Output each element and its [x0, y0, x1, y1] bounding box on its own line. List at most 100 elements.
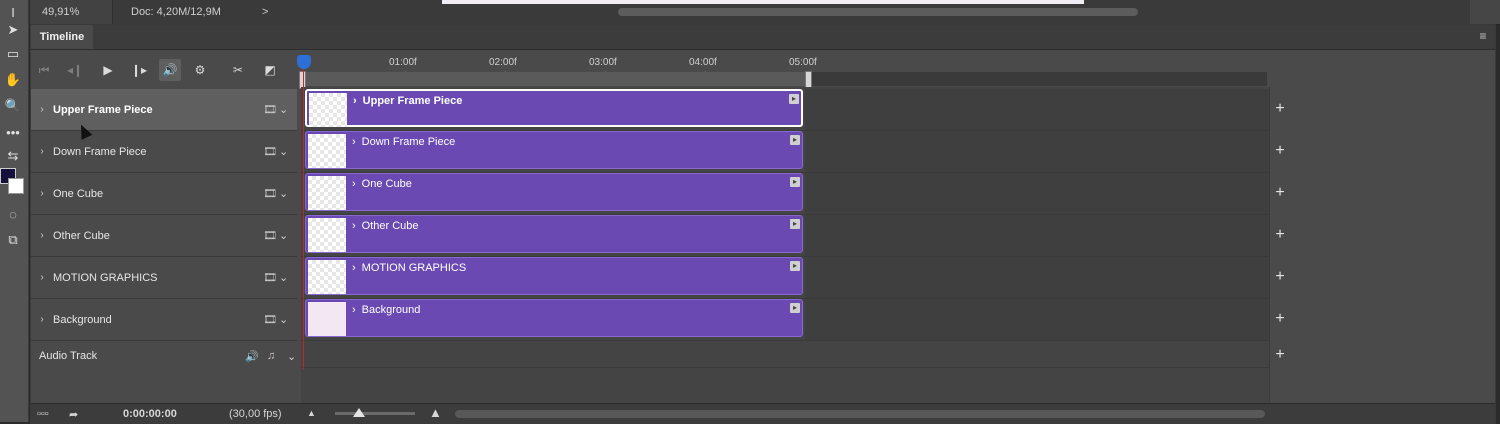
- expand-chevron-icon[interactable]: ›: [31, 272, 53, 283]
- chevron-down-icon[interactable]: ⌄: [279, 103, 288, 116]
- zoom-in-mountain-icon[interactable]: ▲: [429, 405, 442, 420]
- zoom-out-mountain-icon[interactable]: ▲: [307, 408, 316, 418]
- expand-chevron-icon[interactable]: ›: [31, 104, 53, 115]
- track-audio: [301, 341, 1269, 368]
- clip-end-icon[interactable]: ▸: [789, 94, 799, 104]
- quick-mask-icon[interactable]: ◌: [2, 204, 24, 224]
- rectangle-tool-icon[interactable]: ▭: [2, 44, 24, 64]
- track-upper-frame-piece: › Upper Frame Piece ▸: [301, 89, 1269, 131]
- render-video-icon[interactable]: ➦: [69, 408, 78, 421]
- clip-thumbnail: [308, 176, 346, 210]
- clip-name: Upper Frame Piece: [362, 95, 463, 107]
- zoom-field[interactable]: 49,91%: [30, 0, 113, 24]
- clip-end-icon[interactable]: ▸: [790, 219, 800, 229]
- clip-end-icon[interactable]: ▸: [790, 135, 800, 145]
- type-tool-icon[interactable]: I: [2, 2, 24, 22]
- clip-one-cube[interactable]: › One Cube ▸: [305, 173, 803, 211]
- film-icon[interactable]: 🎞: [263, 187, 277, 200]
- clip-motion-graphics[interactable]: › MOTION GRAPHICS ▸: [305, 257, 803, 295]
- work-area-bar[interactable]: [301, 72, 1267, 86]
- current-timecode[interactable]: 0:00:00:00: [123, 408, 177, 420]
- panel-menu-icon[interactable]: ≡: [1477, 30, 1489, 42]
- tab-timeline[interactable]: Timeline: [31, 25, 93, 49]
- track-background: › Background ▸: [301, 299, 1269, 341]
- film-icon[interactable]: 🎞: [263, 103, 277, 116]
- settings-gear-icon[interactable]: ⚙: [189, 59, 211, 81]
- zoom-value: 49,91%: [42, 6, 80, 18]
- timeline-zoom-slider[interactable]: [335, 412, 415, 415]
- expand-chevron-icon[interactable]: ›: [352, 220, 356, 232]
- zoom-tool-icon[interactable]: 🔍: [2, 96, 24, 116]
- clip-end-icon[interactable]: ▸: [790, 177, 800, 187]
- clip-upper-frame-piece[interactable]: › Upper Frame Piece ▸: [305, 89, 803, 127]
- clip-name: One Cube: [361, 178, 412, 190]
- work-area-range[interactable]: [301, 72, 809, 86]
- expand-chevron-icon[interactable]: ›: [353, 95, 357, 107]
- next-frame-icon[interactable]: ❙▸: [128, 59, 150, 81]
- chevron-down-icon[interactable]: ⌄: [279, 271, 288, 284]
- mute-audio-icon[interactable]: 🔊: [159, 59, 181, 81]
- film-icon[interactable]: 🎞: [263, 313, 277, 326]
- timeline-horizontal-scrollbar[interactable]: [455, 410, 1265, 418]
- expand-chevron-icon[interactable]: ›: [31, 230, 53, 241]
- add-media-down-frame-piece-icon[interactable]: +: [1271, 142, 1289, 160]
- chevron-down-icon[interactable]: ⌄: [279, 229, 288, 242]
- screen-mode-icon[interactable]: ⧉: [2, 230, 24, 250]
- volume-icon[interactable]: 🔊: [245, 350, 267, 363]
- add-audio-icon[interactable]: +: [1271, 346, 1289, 364]
- expand-chevron-icon[interactable]: ›: [31, 314, 53, 325]
- hand-tool-icon[interactable]: ✋: [2, 70, 24, 90]
- film-icon[interactable]: 🎞: [263, 145, 277, 158]
- expand-chevron-icon[interactable]: ›: [352, 178, 356, 190]
- film-icon[interactable]: 🎞: [263, 271, 277, 284]
- expand-chevron-icon[interactable]: ›: [352, 304, 356, 316]
- expand-chevron-icon[interactable]: ›: [352, 136, 356, 148]
- zoom-slider-knob[interactable]: [353, 408, 365, 417]
- add-media-one-cube-icon[interactable]: +: [1271, 184, 1289, 202]
- clip-end-icon[interactable]: ▸: [790, 261, 800, 271]
- layer-row-upper-frame-piece[interactable]: › Upper Frame Piece 🎞 ⌄: [31, 89, 297, 131]
- layer-row-motion-graphics[interactable]: › MOTION GRAPHICS 🎞 ⌄: [31, 257, 297, 299]
- expand-chevron-icon[interactable]: ›: [31, 188, 53, 199]
- chevron-down-icon[interactable]: ⌄: [279, 145, 288, 158]
- film-icon[interactable]: 🎞: [263, 229, 277, 242]
- expand-chevron-icon[interactable]: ›: [352, 262, 356, 274]
- ruler-tick-label: 01:00f: [389, 57, 417, 68]
- more-tools-icon[interactable]: •••: [2, 122, 24, 142]
- clip-name: Other Cube: [361, 220, 419, 232]
- add-media-other-cube-icon[interactable]: +: [1271, 226, 1289, 244]
- background-color-swatch[interactable]: [8, 178, 24, 194]
- clip-name: MOTION GRAPHICS: [361, 262, 467, 274]
- layer-row-other-cube[interactable]: › Other Cube 🎞 ⌄: [31, 215, 297, 257]
- first-frame-icon[interactable]: ⏮: [33, 59, 55, 81]
- clip-background[interactable]: › Background ▸: [305, 299, 803, 337]
- play-icon[interactable]: ▶: [97, 59, 119, 81]
- layer-row-down-frame-piece[interactable]: › Down Frame Piece 🎞 ⌄: [31, 131, 297, 173]
- add-media-upper-frame-piece-icon[interactable]: +: [1271, 100, 1289, 118]
- track-area[interactable]: › Upper Frame Piece ▸ › Down Frame Piece ▸…: [301, 87, 1269, 405]
- previous-frame-icon[interactable]: ◂❙: [64, 59, 86, 81]
- chevron-down-icon[interactable]: ⌄: [279, 313, 288, 326]
- status-menu-arrow[interactable]: >: [262, 6, 268, 18]
- layer-row-one-cube[interactable]: › One Cube 🎞 ⌄: [31, 173, 297, 215]
- clip-thumbnail: [308, 260, 346, 294]
- layer-name: Down Frame Piece: [53, 145, 147, 158]
- clip-down-frame-piece[interactable]: › Down Frame Piece ▸: [305, 131, 803, 169]
- swap-colors-icon[interactable]: ⇆: [2, 146, 24, 166]
- clip-other-cube[interactable]: › Other Cube ▸: [305, 215, 803, 253]
- transition-icon[interactable]: ◩: [259, 59, 281, 81]
- expand-chevron-icon[interactable]: ›: [31, 146, 53, 157]
- playhead-icon[interactable]: [297, 55, 311, 69]
- path-select-tool-icon[interactable]: ➤: [2, 20, 24, 40]
- music-note-icon[interactable]: ♫: [267, 350, 287, 362]
- add-media-background-icon[interactable]: +: [1271, 310, 1289, 328]
- canvas-horizontal-scrollbar[interactable]: [618, 8, 1138, 16]
- chevron-down-icon[interactable]: ⌄: [279, 187, 288, 200]
- frame-animation-toggle-icon[interactable]: ▫▫▫: [37, 408, 49, 420]
- split-scissors-icon[interactable]: ✂: [227, 59, 249, 81]
- layer-row-background[interactable]: › Background 🎞 ⌄: [31, 299, 297, 341]
- chevron-down-icon[interactable]: ⌄: [287, 350, 297, 363]
- add-media-motion-graphics-icon[interactable]: +: [1271, 268, 1289, 286]
- clip-end-icon[interactable]: ▸: [790, 303, 800, 313]
- audio-track-header[interactable]: Audio Track 🔊 ♫ ⌄: [31, 343, 297, 369]
